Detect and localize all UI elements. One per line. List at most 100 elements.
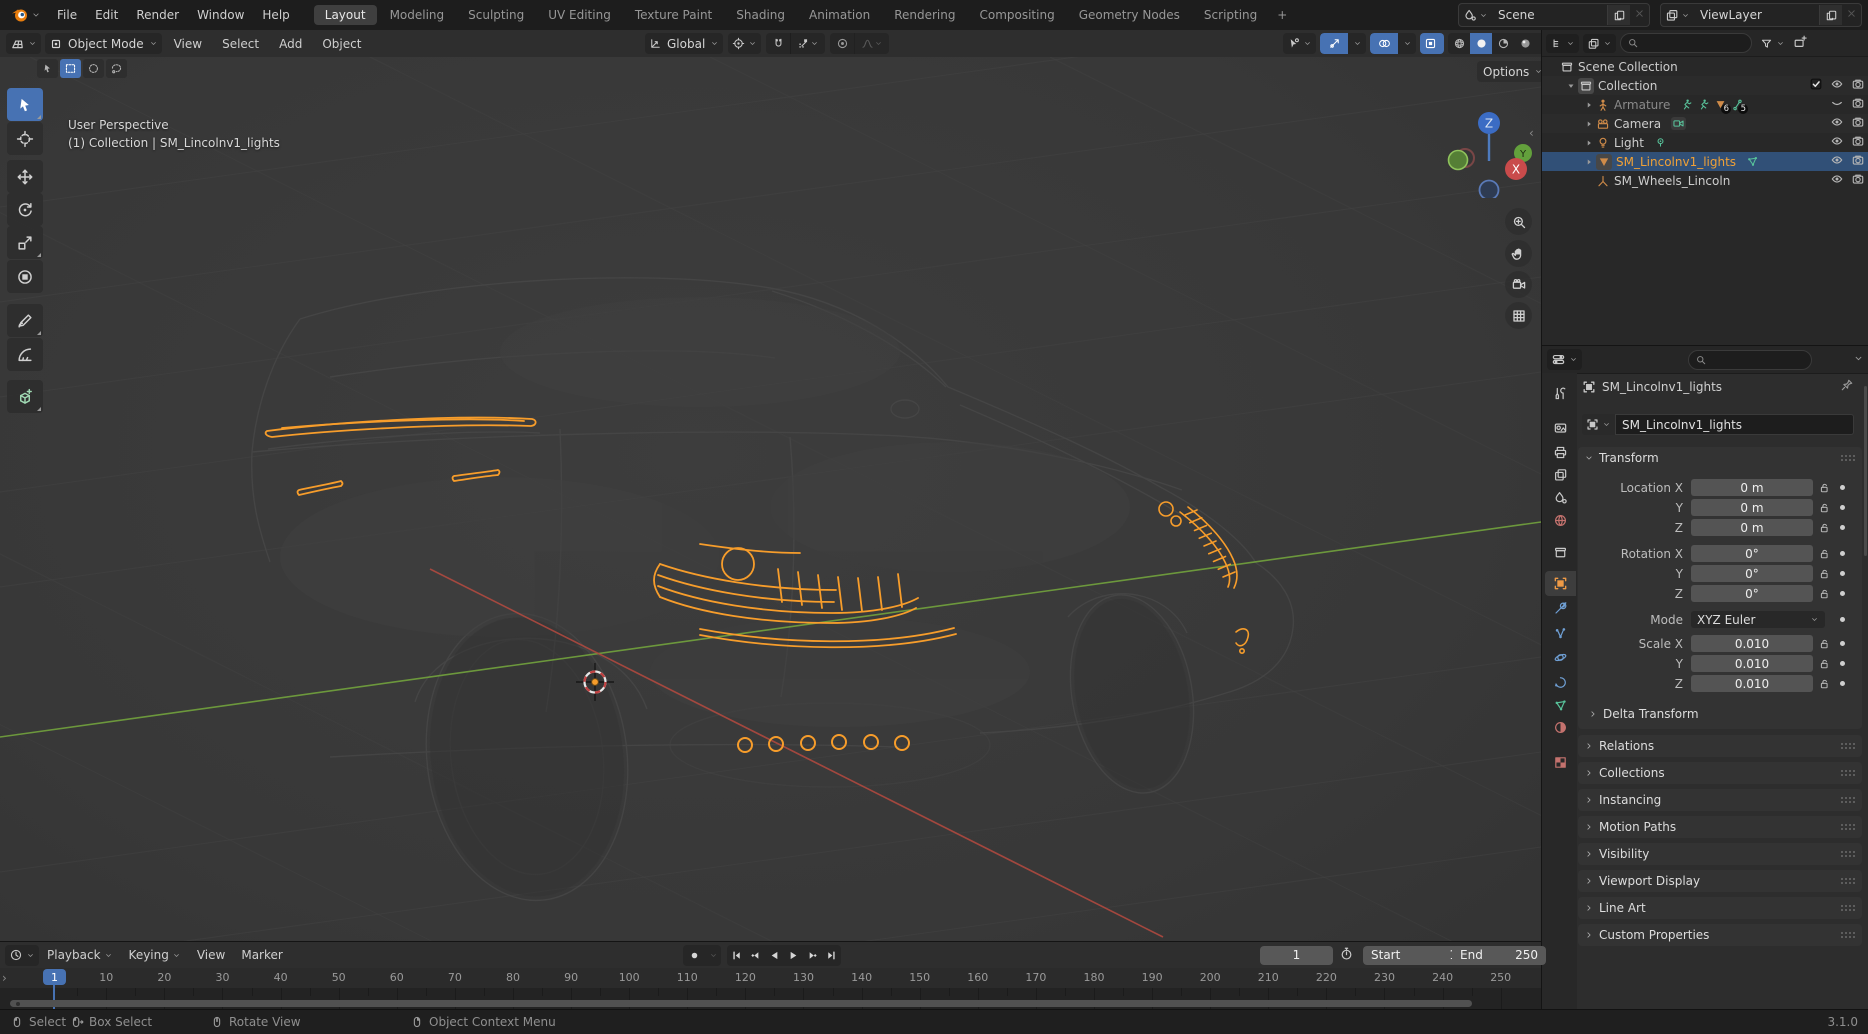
tool-select-box-button[interactable] <box>7 88 43 121</box>
panel-grip[interactable] <box>1841 797 1856 804</box>
outliner-display-mode-dropdown[interactable] <box>1546 34 1579 53</box>
outliner-filter-dropdown[interactable] <box>1756 33 1789 54</box>
jump-to-start-button[interactable] <box>727 945 746 966</box>
properties-tab-object[interactable] <box>1545 571 1576 596</box>
tab-sculpting[interactable]: Sculpting <box>457 5 535 25</box>
viewport-menu-view[interactable]: View <box>166 37 210 51</box>
disclosure-right-icon[interactable] <box>1584 138 1596 148</box>
tool-transform-button[interactable] <box>7 260 43 293</box>
show-gizmos-toggle[interactable] <box>1320 33 1348 54</box>
panel-line-art[interactable]: Line Art <box>1578 897 1862 919</box>
scene-svg[interactable] <box>0 57 1541 941</box>
topbar-menu-file[interactable]: File <box>48 0 86 30</box>
disclosure-right-icon[interactable] <box>1584 100 1596 110</box>
new-view-layer-button[interactable] <box>1819 5 1842 25</box>
panel-header[interactable]: Line Art <box>1578 897 1862 919</box>
lock-toggle[interactable] <box>1818 481 1831 497</box>
current-frame-field[interactable]: 1 <box>1260 946 1333 965</box>
timeline-scrollbar[interactable] <box>10 1000 1472 1007</box>
auto-keying-toggle[interactable] <box>683 945 705 966</box>
outliner-item-label[interactable]: SM_Lincolnv1_lights <box>1616 155 1736 169</box>
animate-dot[interactable] <box>1840 551 1845 556</box>
outliner-item-label[interactable]: SM_Wheels_Lincoln <box>1614 174 1730 188</box>
panel-header[interactable]: Visibility <box>1578 843 1862 865</box>
object-id-dropdown[interactable] <box>1582 414 1615 435</box>
field-value[interactable]: 0 m <box>1691 479 1813 496</box>
playhead-badge[interactable]: 1 <box>43 969 66 985</box>
viewport-menu-add[interactable]: Add <box>271 37 310 51</box>
field-value[interactable]: 0 m <box>1691 519 1813 536</box>
field-value[interactable]: 0° <box>1691 565 1813 582</box>
scene-selector[interactable]: Scene <box>1458 3 1650 27</box>
shading-solid-button[interactable] <box>1470 33 1492 54</box>
lock-toggle[interactable] <box>1818 587 1831 603</box>
remove-view-layer-button[interactable] <box>1842 8 1861 22</box>
next-keyframe-button[interactable] <box>803 945 822 966</box>
object-visibility-dropdown[interactable] <box>1283 33 1316 54</box>
field-value[interactable]: 0° <box>1691 545 1813 562</box>
editor-type-button[interactable] <box>6 33 41 54</box>
tab-compositing[interactable]: Compositing <box>968 5 1065 25</box>
select-mode-tweak-button[interactable] <box>37 59 58 78</box>
outliner-row-armature[interactable]: Armature65 <box>1542 95 1868 114</box>
tool-cursor-button[interactable] <box>7 122 43 155</box>
animate-dot[interactable] <box>1840 661 1845 666</box>
lock-toggle[interactable] <box>1818 501 1831 517</box>
delta-transform-panel-header[interactable]: Delta Transform <box>1582 703 1705 725</box>
camera-toggle[interactable] <box>1851 172 1865 189</box>
properties-tab-modifiers[interactable] <box>1545 596 1576 621</box>
timeline-menu-view[interactable]: View <box>189 948 233 962</box>
tab-modeling[interactable]: Modeling <box>379 5 456 25</box>
field-value[interactable]: 0 m <box>1691 499 1813 516</box>
camera-toggle[interactable] <box>1851 77 1865 94</box>
frame-start-field[interactable]: Start1 <box>1363 946 1465 965</box>
panel-grip[interactable] <box>1841 824 1856 831</box>
overlays-dropdown[interactable] <box>1398 33 1416 54</box>
lock-toggle[interactable] <box>1818 567 1831 583</box>
tab-shading[interactable]: Shading <box>725 5 796 25</box>
tool-add-cube-button[interactable] <box>7 380 43 413</box>
viewport-canvas[interactable] <box>0 57 1541 941</box>
field-value[interactable]: 0° <box>1691 585 1813 602</box>
properties-tab-world[interactable] <box>1545 508 1576 533</box>
outliner-item-label[interactable]: Collection <box>1598 79 1657 93</box>
topbar-menu-help[interactable]: Help <box>253 0 298 30</box>
panel-instancing[interactable]: Instancing <box>1578 789 1862 811</box>
snap-toggle[interactable] <box>766 33 790 54</box>
transform-orientation-dropdown[interactable]: Global <box>645 33 723 54</box>
scene-name[interactable]: Scene <box>1492 8 1607 22</box>
properties-options-dropdown[interactable] <box>1853 353 1864 367</box>
viewport-menu-object[interactable]: Object <box>314 37 369 51</box>
timeline-menu-playback[interactable]: Playback <box>39 948 121 962</box>
panel-viewport-display[interactable]: Viewport Display <box>1578 870 1862 892</box>
properties-tab-scene[interactable] <box>1545 485 1576 510</box>
frame-end-field[interactable]: End250 <box>1452 946 1546 965</box>
outliner-item-label[interactable]: Light <box>1614 136 1644 150</box>
timeline-menu-keying[interactable]: Keying <box>121 948 189 962</box>
outliner-item-label[interactable]: Scene Collection <box>1578 60 1678 74</box>
tab-uv-editing[interactable]: UV Editing <box>537 5 622 25</box>
object-name-field[interactable]: SM_Lincolnv1_lights <box>1615 414 1854 435</box>
tab-animation[interactable]: Animation <box>798 5 881 25</box>
tab-layout[interactable]: Layout <box>314 5 377 25</box>
eye-toggle[interactable] <box>1830 153 1844 170</box>
topbar-menu-edit[interactable]: Edit <box>86 0 127 30</box>
view-hand-button[interactable] <box>1505 240 1532 267</box>
field-value[interactable]: 0.010 <box>1691 675 1813 692</box>
checkbox-toggle[interactable] <box>1809 77 1823 94</box>
properties-tab-constraints[interactable] <box>1545 670 1576 695</box>
tool-rotate-button[interactable] <box>7 193 43 226</box>
eye-closed-toggle[interactable] <box>1830 96 1844 113</box>
properties-search-input[interactable] <box>1688 350 1812 370</box>
field-value[interactable]: 0.010 <box>1691 655 1813 672</box>
unlink-scene-button[interactable] <box>1630 8 1649 22</box>
properties-tab-texture[interactable] <box>1545 750 1576 775</box>
lock-toggle[interactable] <box>1818 637 1831 653</box>
rotation-mode-dropdown[interactable]: XYZ Euler <box>1691 611 1825 628</box>
add-workspace-button[interactable]: + <box>1270 5 1294 25</box>
panel-grip[interactable] <box>1841 932 1856 939</box>
navigation-gizmo[interactable]: YXZ <box>1438 98 1538 198</box>
lock-toggle[interactable] <box>1818 677 1831 693</box>
camera-toggle[interactable] <box>1851 134 1865 151</box>
outliner-row-sm-wheels-lincoln[interactable]: SM_Wheels_Lincoln <box>1542 171 1868 190</box>
